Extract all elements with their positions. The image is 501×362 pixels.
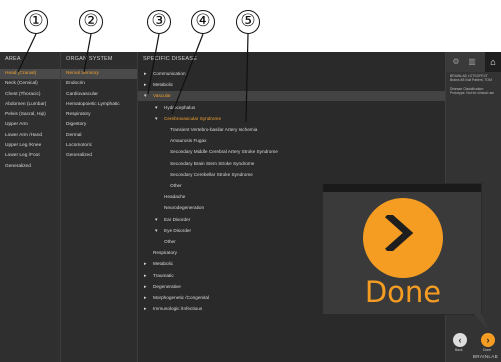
organ-system-item[interactable]: Generalized (61, 151, 137, 161)
organ-system-column: ORGAN SYSTEM Nerval Sensory Endocrin Cardi… (61, 52, 137, 362)
callout-5: ⑤ (236, 10, 260, 34)
callout-3: ③ (147, 10, 171, 34)
organ-system-item[interactable]: Locomotoric (61, 141, 137, 151)
back-button[interactable]: ‹ (453, 333, 467, 347)
disease-tree-row[interactable]: Amaurosis Fugax (138, 136, 445, 146)
organ-system-item[interactable]: Hematopoietic Lymphatic (61, 100, 137, 110)
disease-tree-row[interactable]: ▾ Hydrocephalus (138, 103, 445, 113)
disease-tree-row[interactable]: ▸ Communication (138, 69, 445, 79)
callout-bar: ① ② ③ ④ ⑤ (0, 0, 501, 52)
disease-tree-label: Vascular (153, 93, 171, 99)
disease-tree-label: Traumatic (153, 272, 174, 278)
brand-logo: BRAINLAB (472, 354, 498, 359)
expand-down-icon[interactable]: ▾ (155, 226, 158, 236)
organ-system-item[interactable]: Respiratory (61, 110, 137, 120)
side-toolbar: ⚙ ▥ ⌂ (446, 52, 501, 72)
disease-tree-label: Degenerative (153, 283, 181, 289)
back-label: Back (455, 348, 463, 352)
done-zoom-callout: Done (322, 183, 482, 315)
home-icon[interactable]: ⌂ (485, 52, 501, 72)
organ-system-item[interactable]: Dermal (61, 131, 137, 141)
chevron-right-icon (385, 215, 414, 251)
specific-disease-header: SPECIFIC DISEASE (143, 56, 197, 62)
disease-tree-row[interactable]: ▸ Metabolic (138, 80, 445, 90)
settings-icon[interactable]: ⚙ (450, 56, 462, 68)
area-list: Head (Cranial) Neck (Cervical) Chest (Thor… (0, 69, 60, 172)
callout-1: ① (24, 10, 48, 34)
disease-tree-row[interactable]: ▾ Vascular (138, 91, 445, 102)
disease-tree-label: Secondary Middle Cerebral Artery Stroke … (170, 149, 278, 155)
disease-tree-row[interactable]: Secondary Middle Cerebral Artery Stroke … (138, 147, 445, 157)
disease-tree-label: Other (164, 239, 176, 244)
disease-tree-label: Respiratory (153, 250, 177, 256)
expand-right-icon[interactable]: ▸ (144, 80, 147, 90)
disease-tree-label: Eye Disorder (164, 227, 192, 233)
area-item[interactable]: Head (Cranial) (0, 69, 60, 80)
disease-tree-label: Metabolic (153, 261, 174, 267)
expand-right-icon[interactable]: ▸ (144, 304, 147, 314)
area-item[interactable]: Generalized (0, 162, 60, 172)
zoom-top-bar (323, 184, 481, 192)
disease-tree-label: Amaurosis Fugax (170, 138, 207, 144)
callout-2: ② (79, 10, 103, 34)
disease-tree-label: Metabolic (153, 82, 174, 88)
done-label: Done (483, 348, 492, 352)
disease-tree-label: Morphogenetic /Congenital (153, 295, 210, 300)
callout-4: ④ (191, 10, 215, 34)
disease-tree-row[interactable]: Transient Vertebro-basilar Artery Ischem… (138, 125, 445, 135)
disease-tree-label: Cerebrovascular Syndrome (164, 115, 222, 121)
expand-down-icon[interactable]: ▾ (155, 215, 158, 225)
expand-down-icon[interactable]: ▾ (155, 114, 158, 124)
disease-tree-label: Hydrocephalus (164, 104, 196, 110)
area-item[interactable]: Upper Leg /Knee (0, 141, 60, 151)
disease-tree-row[interactable]: Secondary Brain Stem Stroke Syndrome (138, 159, 445, 169)
area-header: AREA (5, 56, 21, 62)
disease-tree-row[interactable]: ▾ Cerebrovascular Syndrome (138, 114, 445, 124)
disease-tree-row[interactable]: Secondary Cerebellar Stroke Syndrome (138, 170, 445, 180)
disease-tree-label: Transient Vertebro-basilar Artery Ischem… (170, 127, 258, 132)
area-item[interactable]: Lower Arm /Hand (0, 131, 60, 141)
organ-system-list: Nerval Sensory Endocrin Cardiovascular Hema… (61, 69, 137, 162)
classification-value: Prototype. Not for clinical use (450, 91, 495, 95)
area-item[interactable]: Abdomen (Lumbar) (0, 100, 60, 110)
disease-tree-label: Neurodegeneration (164, 205, 205, 211)
disease-tree-label: Secondary Brain Stem Stroke Syndrome (170, 160, 255, 166)
lock-icon[interactable]: ▥ (466, 56, 478, 68)
organ-system-item[interactable]: Nerval Sensory (61, 69, 137, 80)
organ-system-item[interactable]: Cardiovascular (61, 90, 137, 100)
disease-tree-label: Ear Disorder (164, 216, 191, 222)
disease-tree-label: Headache (164, 194, 186, 200)
disease-tree-label: Communication (153, 71, 186, 76)
organ-system-item[interactable]: Endocrin (61, 79, 137, 89)
expand-down-icon[interactable]: ▾ (155, 103, 158, 113)
expand-right-icon[interactable]: ▸ (144, 69, 147, 79)
area-column: AREA Head (Cranial) Neck (Cervical) Chest … (0, 52, 60, 362)
area-item[interactable]: Upper Arm (0, 120, 60, 130)
expand-right-icon[interactable]: ▸ (144, 259, 147, 269)
expand-right-icon[interactable]: ▸ (144, 293, 147, 303)
organ-system-header: ORGAN SYSTEM (66, 56, 113, 62)
done-button[interactable]: › (481, 333, 495, 347)
area-item[interactable]: Pelvis (Sacral, Hip) (0, 110, 60, 120)
disease-tree-label: Immunologic /Infectious (153, 306, 203, 312)
area-item[interactable]: Neck (Cervical) (0, 79, 60, 89)
done-zoom-label: Done (364, 275, 442, 309)
area-item[interactable]: Chest (Thoracic) (0, 90, 60, 100)
organ-system-item[interactable]: Digestory (61, 120, 137, 130)
area-item[interactable]: Lower Leg /Foot (0, 151, 60, 161)
expand-right-icon[interactable]: ▸ (144, 271, 147, 281)
disease-tree-label: Secondary Cerebellar Stroke Syndrome (170, 171, 253, 177)
expand-right-icon[interactable]: ▸ (144, 282, 147, 292)
patient-info-line2: Brains 88 Null Patient, TOM (450, 78, 492, 82)
disease-tree-label: Other (170, 183, 182, 188)
expand-down-icon[interactable]: ▾ (144, 91, 147, 101)
